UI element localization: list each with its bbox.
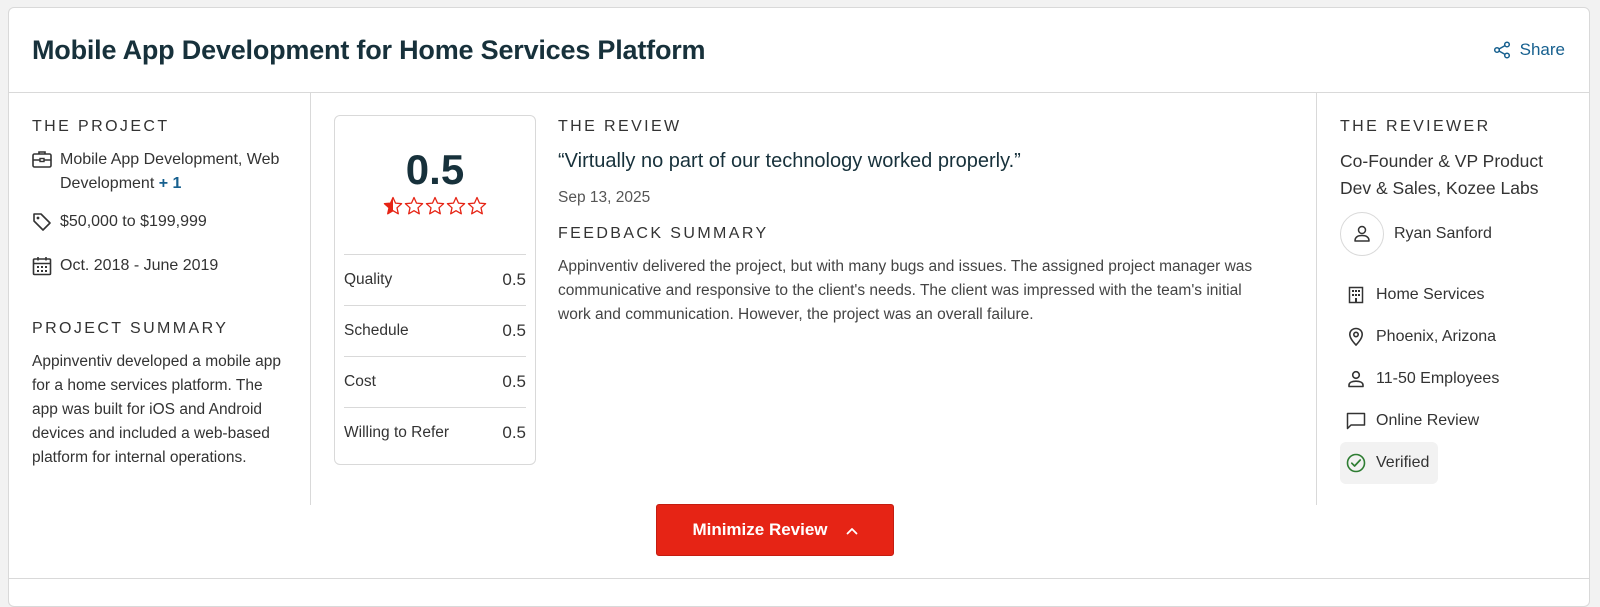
score-label: Quality [344, 271, 393, 288]
star-empty-icon [446, 196, 466, 215]
minimize-review-label: Minimize Review [692, 520, 828, 539]
review-quote: “Virtually no part of our technology wor… [558, 150, 1021, 172]
reviewer-company-size: 11-50 Employees [1340, 358, 1571, 400]
project-summary-text: Appinventiv developed a mobile app for a… [32, 353, 282, 466]
share-icon [1493, 41, 1511, 59]
score-value: 0.5 [502, 423, 526, 442]
briefcase-icon [32, 148, 52, 176]
divider [9, 578, 1589, 579]
verified-badge: Verified [1340, 442, 1438, 484]
page-title: Mobile App Development for Home Services… [32, 34, 706, 65]
score-row-willing-to-refer: Willing to Refer 0.5 [344, 407, 526, 458]
location-text: Phoenix, Arizona [1376, 328, 1497, 345]
user-icon [1354, 225, 1370, 242]
share-label: Share [1519, 40, 1565, 59]
chat-bubble-icon [1346, 412, 1366, 430]
reviewer-section-label: THE REVIEWER [1340, 118, 1491, 135]
score-label: Schedule [344, 322, 409, 339]
reviewer-identity: Ryan Sanford [1340, 212, 1571, 256]
chevron-up-icon [846, 520, 858, 540]
star-empty-icon [404, 196, 424, 215]
score-row-quality: Quality 0.5 [344, 254, 526, 305]
project-section-label: THE PROJECT [32, 118, 170, 135]
reviewer-industry: Home Services [1340, 274, 1571, 316]
star-empty-icon [467, 196, 487, 215]
minimize-review-button[interactable]: Minimize Review [656, 504, 894, 556]
review-section-label: THE REVIEW [558, 118, 682, 135]
feedback-summary-label: FEEDBACK SUMMARY [558, 225, 769, 242]
score-row-schedule: Schedule 0.5 [344, 305, 526, 356]
check-circle-icon [1346, 453, 1366, 473]
reviewer-role: Co-Founder & VP Product Dev & Sales, Koz… [1340, 151, 1543, 198]
calendar-icon [32, 254, 52, 284]
project-dates: Oct. 2018 - June 2019 [32, 254, 287, 284]
reviewer-info-list: Home Services Phoenix, Arizona 11-50 Emp… [1340, 274, 1571, 484]
star-half-icon [383, 196, 403, 215]
review-type-text: Online Review [1376, 412, 1480, 429]
project-column: THE PROJECT Mobile App Development, Web … [9, 93, 311, 505]
score-value: 0.5 [502, 321, 526, 340]
review-header: Mobile App Development for Home Services… [9, 8, 1589, 93]
review-content: THE REVIEW “Virtually no part of our tec… [558, 118, 1258, 327]
company-size-text: 11-50 Employees [1376, 370, 1500, 387]
review-card: Mobile App Development for Home Services… [8, 7, 1590, 607]
overall-score: 0.5 [405, 146, 465, 193]
rating-box: 0.5 Quality 0.5 Schedule 0.5 Cost 0.5 Wi… [334, 115, 536, 465]
location-pin-icon [1346, 327, 1366, 347]
reviewer-name: Ryan Sanford [1394, 225, 1492, 242]
star-rating [335, 196, 535, 216]
review-date: Sep 13, 2025 [558, 189, 651, 206]
dates-text: Oct. 2018 - June 2019 [60, 257, 219, 274]
score-value: 0.5 [502, 372, 526, 391]
score-label: Cost [344, 373, 376, 390]
share-button[interactable]: Share [1493, 40, 1565, 60]
feedback-summary-text: Appinventiv delivered the project, but w… [558, 258, 1253, 323]
industry-text: Home Services [1376, 286, 1485, 303]
project-budget: $50,000 to $199,999 [32, 210, 287, 240]
star-empty-icon [425, 196, 445, 215]
building-icon [1346, 286, 1366, 304]
reviewer-location: Phoenix, Arizona [1340, 316, 1571, 358]
score-breakdown: Quality 0.5 Schedule 0.5 Cost 0.5 Willin… [344, 254, 526, 458]
reviewer-review-type: Online Review [1340, 400, 1571, 442]
verified-text: Verified [1376, 454, 1430, 471]
score-value: 0.5 [502, 270, 526, 289]
services-more-link[interactable]: + 1 [159, 175, 182, 192]
budget-text: $50,000 to $199,999 [60, 213, 207, 230]
reviewer-column: THE REVIEWER Co-Founder & VP Product Dev… [1316, 93, 1591, 505]
review-column: 0.5 Quality 0.5 Schedule 0.5 Cost 0.5 Wi… [312, 93, 1316, 505]
person-icon [1346, 370, 1366, 388]
project-summary-label: PROJECT SUMMARY [32, 320, 229, 337]
avatar [1340, 212, 1384, 256]
score-label: Willing to Refer [344, 424, 450, 441]
project-services: Mobile App Development, Web Development … [32, 148, 287, 196]
price-tag-icon [32, 210, 52, 240]
score-row-cost: Cost 0.5 [344, 356, 526, 407]
